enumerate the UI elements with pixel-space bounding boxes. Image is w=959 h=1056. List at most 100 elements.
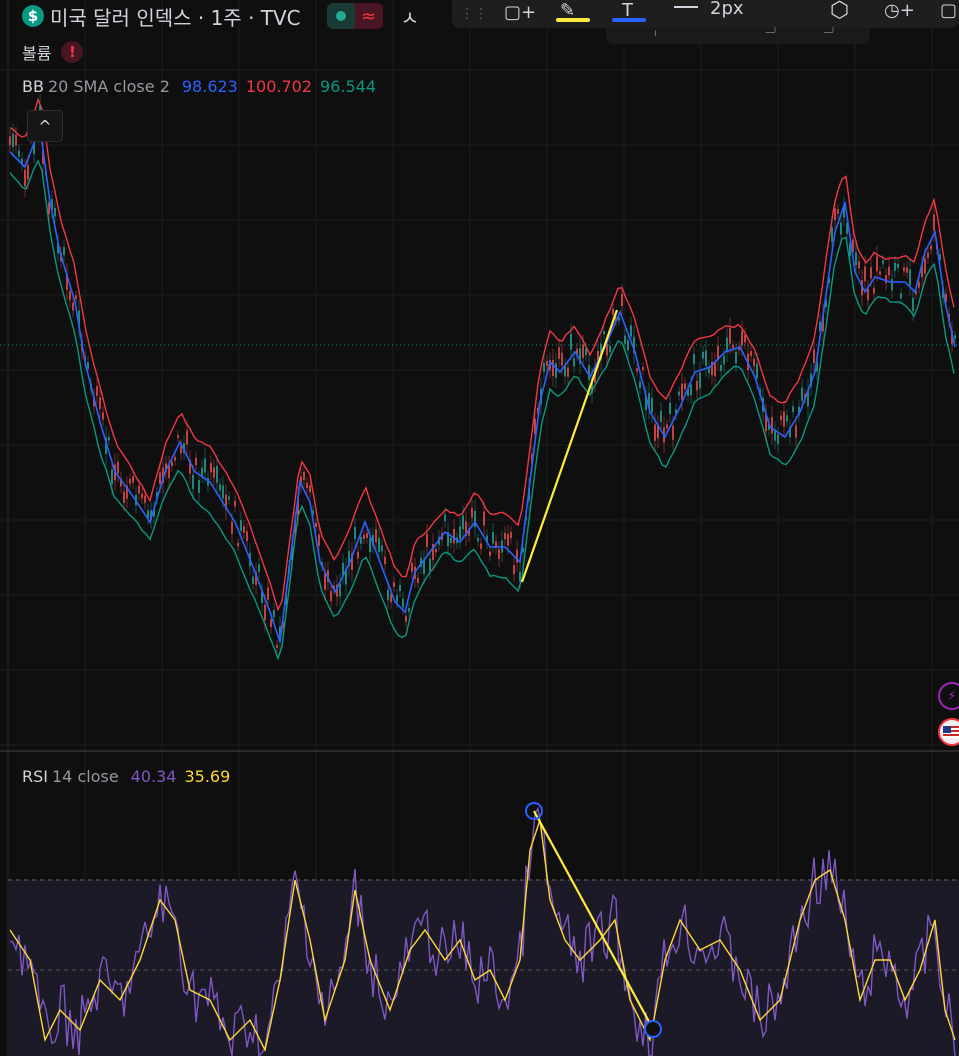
candle-body [660, 410, 662, 422]
chevron-up-icon: ^ [38, 116, 52, 136]
candle-body [930, 245, 932, 250]
candle-body [186, 430, 188, 445]
line-style-icon[interactable]: ─╯ [766, 28, 778, 39]
chart-area[interactable] [0, 0, 959, 1056]
candle-body [123, 491, 125, 503]
candle-body [144, 495, 146, 504]
rsi-legend[interactable]: RSI 14 close 40.34 35.69 [22, 767, 230, 786]
candle-body [867, 288, 869, 301]
candle-body [102, 412, 104, 420]
symbol-header[interactable]: $ 미국 달러 인덱스 · 1주 · TVC ≈ ㅅ [22, 2, 419, 30]
volume-label[interactable]: 볼륨 [22, 40, 51, 64]
candle-body [309, 485, 311, 493]
candle-body [744, 334, 746, 343]
candle-body [444, 514, 446, 522]
collapse-legend-button[interactable]: ^ [27, 110, 63, 142]
alert-add-icon[interactable]: ◷+ [884, 0, 915, 21]
candle-body [678, 391, 680, 396]
candle-body [897, 263, 899, 268]
candle-body [573, 358, 575, 367]
candle-body [393, 582, 395, 587]
candle-body [696, 380, 698, 391]
candle-body [387, 589, 389, 601]
candle-body [330, 590, 332, 602]
candle-body [912, 297, 914, 312]
candle-body [876, 256, 878, 272]
candle-body [174, 456, 176, 461]
candle-body [693, 354, 695, 364]
candle-body [900, 293, 902, 299]
candle-body [684, 383, 686, 390]
candle-body [483, 511, 485, 526]
market-open-icon[interactable] [326, 3, 355, 29]
data-delay-icon[interactable]: ≈ [354, 3, 383, 29]
candle-body [729, 328, 731, 344]
candle-body [357, 551, 359, 559]
rsi-value: 40.34 [130, 767, 177, 786]
candle-body [726, 337, 728, 353]
line-width-label[interactable]: 2px [710, 0, 744, 19]
candle-body [753, 358, 755, 367]
warning-icon[interactable]: ! [61, 41, 84, 63]
drawing-anchor-handle [644, 1020, 662, 1038]
candle-body [918, 281, 920, 288]
candle-body [27, 165, 29, 180]
lightning-icon[interactable]: ⚡ [938, 682, 959, 710]
candle-body [888, 266, 890, 276]
volume-indicator[interactable]: 볼륨 ! [22, 40, 84, 64]
candle-body [489, 551, 491, 556]
line-width-icon[interactable] [674, 6, 698, 8]
candle-body [228, 496, 230, 500]
candle-body [612, 308, 614, 315]
candle-body [702, 352, 704, 359]
line-end-icon[interactable]: ─╯ [824, 28, 836, 39]
candle-body [954, 335, 956, 339]
candle-body [216, 465, 218, 483]
candle-body [558, 347, 560, 359]
candle-body [681, 383, 683, 400]
candle-body [318, 534, 320, 546]
candle-body [390, 594, 392, 603]
candle-body [399, 585, 401, 592]
candle-body [195, 457, 197, 466]
template-add-icon[interactable]: ▢+ [504, 2, 536, 23]
candle-body [780, 415, 782, 421]
candle-body [453, 529, 455, 544]
drawing-toolbar[interactable]: ⋮⋮ ▢+ ✎ T 2px ⬡ ◷+ ▢ [452, 0, 959, 28]
candle-body [543, 362, 545, 372]
settings-icon[interactable]: ⬡ [830, 0, 849, 23]
candle-body [669, 402, 671, 414]
more-icon[interactable]: ▢ [940, 0, 957, 21]
market-status[interactable]: ≈ [326, 3, 383, 29]
candle-body [87, 362, 89, 369]
candle-body [450, 538, 452, 543]
candle-body [654, 424, 656, 441]
candle-body [12, 133, 14, 147]
candle-body [882, 260, 884, 264]
drag-handle-icon[interactable]: ⋮⋮ [460, 6, 488, 22]
candle-body [258, 564, 260, 572]
candle-body [405, 615, 407, 622]
candle-body [192, 474, 194, 489]
candle-body [732, 345, 734, 349]
candle-body [204, 458, 206, 473]
line-color-swatch[interactable] [612, 18, 646, 22]
symbol-title[interactable]: 미국 달러 인덱스 · 1주 · TVC [50, 2, 301, 31]
candle-body [705, 350, 707, 366]
us-flag-icon[interactable] [938, 718, 959, 746]
bb-upper-value: 100.702 [245, 77, 313, 96]
candle-body [570, 333, 572, 350]
candle-body [99, 397, 101, 409]
candle-body [369, 537, 371, 553]
candle-body [714, 362, 716, 377]
candle-body [63, 247, 65, 256]
candle-body [219, 484, 221, 491]
chart-canvas[interactable] [0, 0, 959, 1056]
candle-body [246, 531, 248, 542]
candle-body [555, 363, 557, 378]
candle-body [411, 562, 413, 572]
bb-legend[interactable]: BB 20 SMA close 2 98.623 100.702 96.544 [22, 77, 376, 96]
rsi-background [8, 880, 959, 1056]
highlight-color-swatch[interactable] [556, 18, 590, 22]
candle-body [603, 330, 605, 335]
